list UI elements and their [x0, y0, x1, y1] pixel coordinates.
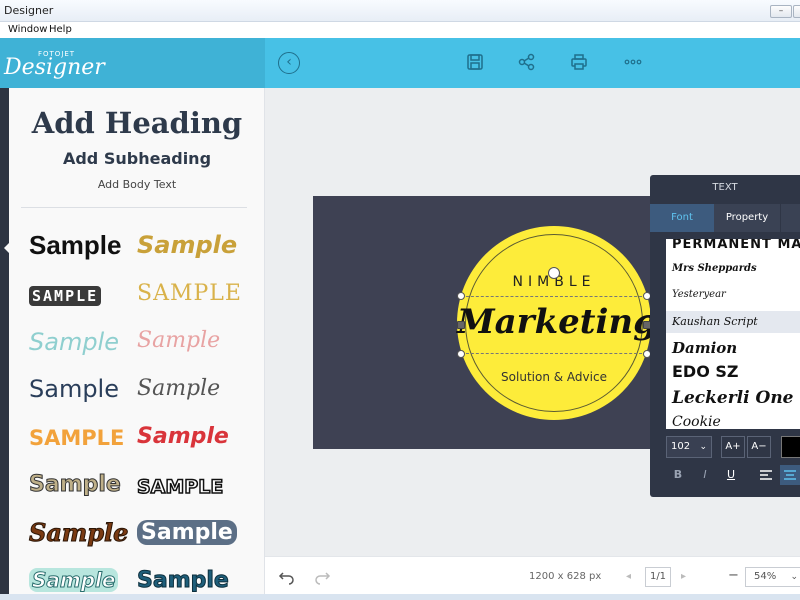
bold-button[interactable]: B — [668, 465, 688, 485]
text-controls: 102 ⌄ A+ A− B I U — [650, 433, 800, 497]
app-header: FOTOJET Designer ‹ — [0, 38, 800, 88]
arrow-left-icon: ‹ — [286, 54, 292, 70]
canvas-size: 1200 x 628 px — [529, 571, 602, 582]
text-preset[interactable]: Sample — [29, 328, 119, 356]
font-size-select[interactable]: 102 ⌄ — [666, 436, 712, 458]
redo-icon[interactable] — [313, 569, 331, 585]
text-color-swatch[interactable] — [781, 436, 800, 458]
rotate-handle[interactable] — [548, 267, 560, 279]
text-preset[interactable]: SAMPLE — [136, 475, 224, 499]
side-rail — [0, 88, 9, 600]
text-preset[interactable]: Sample — [29, 472, 122, 498]
add-heading-button[interactable]: Add Heading — [9, 106, 264, 140]
text-preset[interactable]: SAMPLE — [29, 286, 102, 306]
italic-button[interactable]: I — [695, 465, 715, 485]
panel-pointer — [4, 241, 11, 255]
tab-more[interactable] — [780, 204, 800, 232]
chevron-down-icon: ⌄ — [790, 572, 798, 582]
menu-window[interactable]: Window — [8, 24, 47, 35]
divider — [21, 207, 247, 208]
text-preset[interactable]: Sample — [137, 568, 230, 594]
zoom-value: 54% — [754, 571, 777, 582]
prev-page-icon[interactable]: ◂ — [626, 571, 631, 582]
text-preset[interactable]: Sample — [28, 518, 128, 548]
text-preset[interactable]: Sample — [137, 376, 220, 401]
text-preset[interactable]: Sample — [137, 424, 229, 449]
font-option[interactable]: PERMANENT MARKER — [672, 239, 800, 252]
text-preset[interactable]: Sample — [29, 568, 119, 593]
font-option[interactable]: Leckerli One — [672, 388, 794, 408]
font-option[interactable]: Damion — [672, 339, 737, 357]
align-center-icon[interactable] — [780, 465, 800, 485]
text-presets-panel: Add Heading Add Subheading Add Body Text… — [9, 88, 265, 600]
font-option-selected[interactable]: Kaushan Script — [666, 311, 800, 333]
align-left-icon[interactable] — [756, 465, 776, 485]
undo-icon[interactable] — [278, 569, 296, 585]
add-body-text-button[interactable]: Add Body Text — [9, 178, 264, 191]
text-preset[interactable]: SAMPLE — [137, 281, 242, 306]
tab-font[interactable]: Font — [650, 204, 714, 232]
selection-box[interactable] — [461, 296, 647, 354]
increase-size-button[interactable]: A+ — [721, 436, 745, 458]
minimize-button[interactable]: – — [770, 5, 792, 18]
resize-handle-bl[interactable] — [457, 350, 465, 358]
more-icon[interactable] — [624, 53, 642, 71]
font-list[interactable]: PERMANENT MARKER Mrs Sheppards Yesteryea… — [666, 239, 800, 429]
back-button[interactable]: ‹ — [278, 52, 300, 74]
add-subheading-button[interactable]: Add Subheading — [9, 149, 264, 168]
font-option[interactable]: Cookie — [672, 414, 721, 429]
text-properties-panel: TEXT Font Property PERMANENT MARKER Mrs … — [650, 175, 800, 497]
window-title: Designer — [4, 4, 54, 17]
next-page-icon[interactable]: ▸ — [681, 571, 686, 582]
resize-handle-tl[interactable] — [457, 292, 465, 300]
font-option[interactable]: EDO SZ — [672, 362, 739, 381]
font-option[interactable]: Mrs Sheppards — [672, 263, 757, 274]
zoom-select[interactable]: 54% ⌄ — [745, 567, 800, 587]
font-size-value: 102 — [671, 441, 691, 452]
font-option[interactable]: Yesteryear — [672, 289, 726, 300]
tab-property[interactable]: Property — [714, 204, 780, 232]
zoom-out-button[interactable]: − — [728, 568, 739, 583]
panel-title: TEXT — [712, 182, 738, 193]
menu-help[interactable]: Help — [49, 24, 72, 35]
resize-handle-ml[interactable] — [457, 321, 465, 329]
save-icon[interactable] — [466, 53, 484, 71]
window-bottom-edge — [0, 594, 800, 600]
maximize-button[interactable]: ☐ — [793, 5, 800, 18]
design-text-solution[interactable]: Solution & Advice — [457, 370, 651, 384]
menu-bar: Window Help — [0, 22, 800, 38]
text-preset[interactable]: Sample — [137, 231, 237, 259]
text-preset[interactable]: Sample — [29, 230, 122, 261]
chevron-down-icon: ⌄ — [699, 442, 707, 452]
text-preset[interactable]: SAMPLE — [29, 426, 124, 450]
logo[interactable]: FOTOJET Designer — [0, 38, 265, 88]
text-preset[interactable]: Sample — [29, 375, 119, 403]
panel-tabs: Font Property — [650, 204, 800, 232]
text-preset[interactable]: Sample — [137, 328, 220, 353]
share-icon[interactable] — [518, 53, 536, 71]
print-icon[interactable] — [570, 53, 588, 71]
window-titlebar: Designer – ☐ — [0, 0, 800, 22]
decrease-size-button[interactable]: A− — [747, 436, 771, 458]
text-preset[interactable]: Sample — [137, 520, 237, 545]
logo-title: Designer — [4, 55, 105, 80]
underline-button[interactable]: U — [721, 465, 741, 485]
page-indicator[interactable]: 1/1 — [645, 567, 671, 587]
